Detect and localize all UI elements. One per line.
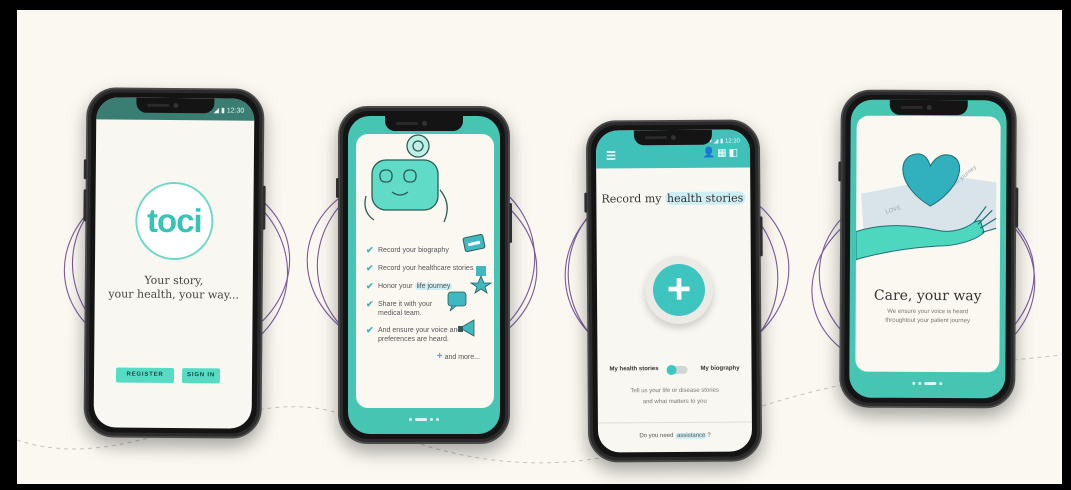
feature-item-biography: ✔ Record your biography [366, 245, 449, 255]
phone-record: ▾ ◢ ▮ 12:30 ☰ 👤▦◧ Record my health stori… [584, 119, 763, 463]
check-icon: ✔ [366, 325, 374, 335]
plus-icon: + [436, 351, 443, 362]
tagline: Your story, your health, your way... [95, 273, 253, 302]
toggle-label-health[interactable]: My health stories [610, 366, 659, 372]
care-subtitle: We ensure your voice is heard throughtou… [885, 308, 970, 325]
user-icon[interactable]: 👤 [703, 148, 718, 159]
logo-badge: toci [135, 181, 214, 261]
notch [136, 97, 215, 114]
record-plus-button[interactable]: + [652, 263, 706, 317]
menu-icon[interactable]: ☰ [606, 149, 616, 162]
feature-item-healthcare: ✔ Record your healthcare stories [366, 263, 474, 273]
check-icon: ✔ [366, 263, 374, 273]
page-indicator[interactable] [409, 418, 439, 422]
toci-logo: toci [146, 201, 202, 240]
page-title: Record my health stories [601, 191, 746, 206]
showcase-canvas: ▾ ◢ ▮ 12:30 toci Your story, your health… [17, 10, 1062, 484]
tagline-line-2: your health, your way... [108, 287, 240, 302]
status-time: ▾ ◢ ▮ 12:30 [708, 138, 740, 145]
heart-hand-illustration: LOVE life journey [855, 153, 997, 261]
register-button[interactable]: REGISTER [115, 367, 175, 384]
phone-features: ✔ Record your biography ✔ Record your he… [336, 106, 512, 444]
page-indicator[interactable] [912, 381, 943, 386]
status-time: ▾ ◢ ▮ 12:30 [208, 107, 245, 115]
care-card: LOVE life journey Care, your way We ensu… [855, 115, 1001, 373]
welcome-screen: ▾ ◢ ▮ 12:30 toci Your story, your health… [93, 97, 255, 429]
feature-item-life-journey: ✔ Honor your life journey [366, 281, 453, 291]
phone-welcome: ▾ ◢ ▮ 12:30 toci Your story, your health… [83, 87, 266, 439]
robot-illustration [364, 134, 448, 223]
assistance-link[interactable]: assistance [674, 432, 708, 439]
care-screen: LOVE life journey Care, your way We ensu… [849, 99, 1007, 399]
notch [633, 129, 712, 146]
check-icon: ✔ [366, 299, 374, 309]
story-type-toggle-row: My health stories My biography [598, 362, 752, 377]
record-screen: ▾ ◢ ▮ 12:30 ☰ 👤▦◧ Record my health stori… [595, 129, 753, 453]
features-card: ✔ Record your biography ✔ Record your he… [356, 134, 494, 408]
care-title: Care, your way [873, 287, 982, 305]
calendar-icon[interactable]: ▦ [717, 148, 729, 159]
book-icon[interactable]: ◧ [729, 148, 741, 159]
sign-in-button[interactable]: SIGN IN [181, 368, 221, 384]
notch [889, 99, 968, 116]
toggle-label-biography[interactable]: My biography [701, 366, 740, 372]
assistance-footer: Do you need assistance? [597, 421, 753, 453]
record-button-ring: + [644, 255, 714, 325]
feature-list: ✔ Record your biography ✔ Record your he… [366, 246, 486, 352]
check-icon: ✔ [366, 281, 374, 291]
phone-care: LOVE life journey Care, your way We ensu… [838, 89, 1019, 409]
tagline-line-1: Your story, [144, 273, 204, 288]
notch [385, 116, 463, 131]
story-type-switch[interactable] [666, 364, 688, 376]
features-screen: ✔ Record your biography ✔ Record your he… [348, 116, 500, 434]
feature-item-share: ✔ Share it with your medical team. [366, 299, 433, 318]
instruction-text: Tell us your life or disease stories and… [630, 387, 719, 406]
and-more-link[interactable]: + and more... [437, 351, 480, 362]
feature-item-voice: ✔ And ensure your voice and preferences … [366, 325, 462, 344]
check-icon: ✔ [366, 245, 374, 255]
